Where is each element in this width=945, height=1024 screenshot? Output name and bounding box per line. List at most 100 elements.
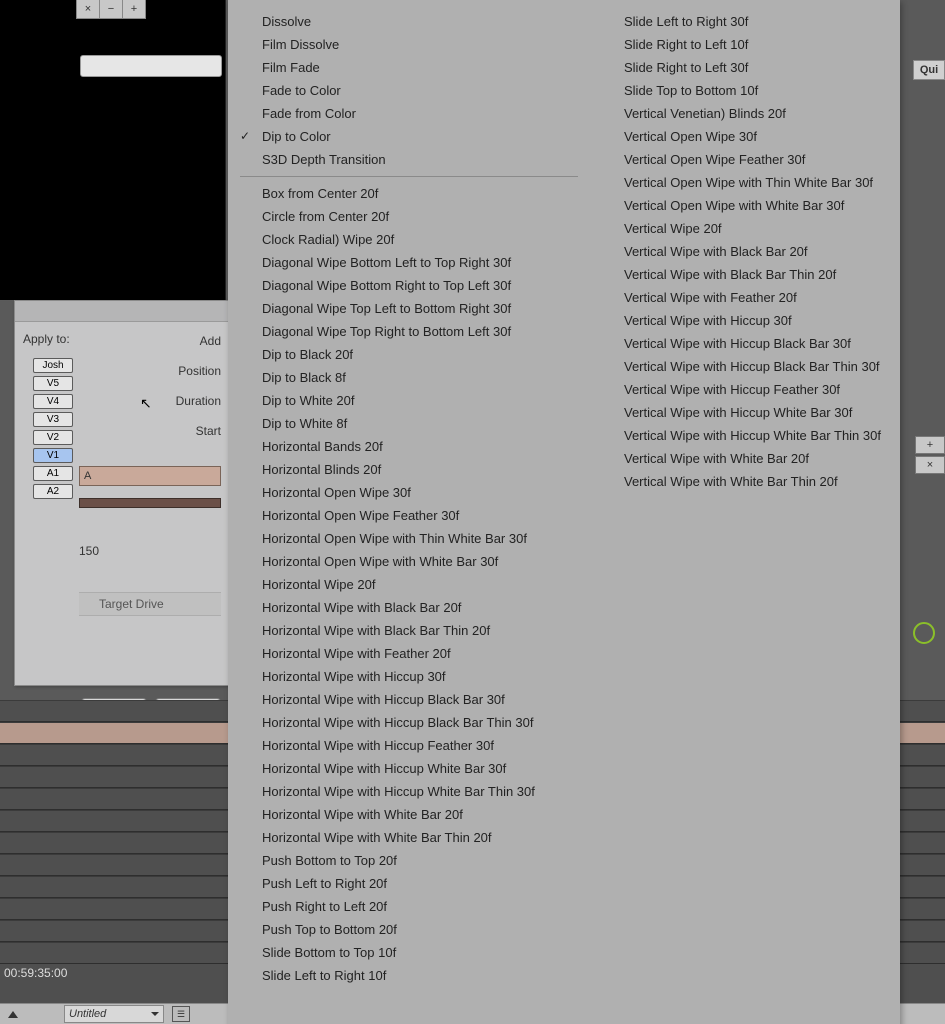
duration-label: Duration <box>176 394 221 408</box>
start-label: Start <box>196 424 221 438</box>
monitor-tabbar: ×−+ <box>76 0 146 19</box>
menu-item[interactable]: Vertical Wipe with Black Bar 20f <box>590 240 900 263</box>
menu-item[interactable]: Horizontal Wipe with Hiccup Black Bar Th… <box>228 711 590 734</box>
menu-item[interactable]: Horizontal Wipe 20f <box>228 573 590 596</box>
dropdown-column-1: DissolveFilm DissolveFilm FadeFade to Co… <box>228 10 590 1024</box>
menu-item[interactable]: Vertical Wipe with Hiccup Black Bar 30f <box>590 332 900 355</box>
menu-item[interactable]: Clock Radial) Wipe 20f <box>228 228 590 251</box>
menu-item[interactable]: S3D Depth Transition <box>228 148 590 171</box>
track-button-v4[interactable]: V4 <box>33 394 73 409</box>
menu-item[interactable]: Slide Left to Right 10f <box>228 964 590 987</box>
menu-item[interactable]: Horizontal Wipe with Hiccup White Bar 30… <box>228 757 590 780</box>
menu-item[interactable]: Vertical Wipe with Hiccup 30f <box>590 309 900 332</box>
sequence-strip-label: A <box>84 470 91 482</box>
menu-item[interactable]: Fade to Color <box>228 79 590 102</box>
menu-item[interactable]: Slide Left to Right 30f <box>590 10 900 33</box>
menu-item[interactable]: Film Dissolve <box>228 33 590 56</box>
menu-item[interactable]: Horizontal Open Wipe with White Bar 30f <box>228 550 590 573</box>
dropdown-column-2: Slide Left to Right 30fSlide Right to Le… <box>590 10 900 1024</box>
mini-button[interactable]: × <box>915 456 945 474</box>
record-circle-icon[interactable] <box>913 622 935 644</box>
position-label: Position <box>178 364 221 378</box>
track-button-v2[interactable]: V2 <box>33 430 73 445</box>
menu-item[interactable]: Horizontal Wipe with Black Bar Thin 20f <box>228 619 590 642</box>
menu-item[interactable]: Film Fade <box>228 56 590 79</box>
menu-item[interactable]: Slide Top to Bottom 10f <box>590 79 900 102</box>
menu-item[interactable]: Horizontal Wipe with White Bar 20f <box>228 803 590 826</box>
frame-count: 150 <box>79 544 221 558</box>
menu-item[interactable]: Push Right to Left 20f <box>228 895 590 918</box>
menu-item[interactable]: Diagonal Wipe Bottom Left to Top Right 3… <box>228 251 590 274</box>
menu-item[interactable]: Vertical Open Wipe with Thin White Bar 3… <box>590 171 900 194</box>
menu-item[interactable]: Dip to Black 20f <box>228 343 590 366</box>
timecode: 00:59:35:00 <box>4 966 67 980</box>
menu-item[interactable]: Slide Right to Left 30f <box>590 56 900 79</box>
menu-item[interactable]: Slide Bottom to Top 10f <box>228 941 590 964</box>
target-drive-row[interactable]: Target Drive <box>79 592 221 616</box>
menu-item[interactable]: Circle from Center 20f <box>228 205 590 228</box>
menu-item[interactable]: Vertical Wipe with White Bar Thin 20f <box>590 470 900 493</box>
sequence-select[interactable]: Untitled <box>64 1005 164 1023</box>
menu-item[interactable]: Push Top to Bottom 20f <box>228 918 590 941</box>
monitor-tab-button[interactable]: − <box>100 0 123 18</box>
menu-item[interactable]: Diagonal Wipe Top Left to Bottom Right 3… <box>228 297 590 320</box>
add-label: Add <box>200 334 221 348</box>
menu-item[interactable]: Horizontal Open Wipe with Thin White Bar… <box>228 527 590 550</box>
menu-item[interactable]: Horizontal Wipe with Feather 20f <box>228 642 590 665</box>
menu-item[interactable]: Horizontal Wipe with Hiccup White Bar Th… <box>228 780 590 803</box>
sequence-strip[interactable]: A <box>79 466 221 486</box>
sequence-bar[interactable] <box>79 498 221 508</box>
menu-item[interactable]: Vertical Wipe with Hiccup Black Bar Thin… <box>590 355 900 378</box>
menu-item[interactable]: Push Bottom to Top 20f <box>228 849 590 872</box>
monitor-tab-button[interactable]: × <box>77 0 100 18</box>
sequence-select-label: Untitled <box>69 1008 106 1020</box>
menu-item[interactable]: Dip to White 8f <box>228 412 590 435</box>
quick-transition-dialog: Apply to: JoshV5V4V3V2V1A1A2 Add Positio… <box>14 300 230 686</box>
menu-item[interactable]: Vertical Wipe with Hiccup White Bar Thin… <box>590 424 900 447</box>
expand-up-icon[interactable] <box>8 1011 18 1018</box>
menu-item[interactable]: Horizontal Open Wipe Feather 30f <box>228 504 590 527</box>
menu-item[interactable]: Vertical Open Wipe 30f <box>590 125 900 148</box>
menu-item[interactable]: Dip to White 20f <box>228 389 590 412</box>
menu-item[interactable]: Fade from Color <box>228 102 590 125</box>
track-button-a1[interactable]: A1 <box>33 466 73 481</box>
menu-item[interactable]: Vertical Wipe 20f <box>590 217 900 240</box>
track-button-a2[interactable]: A2 <box>33 484 73 499</box>
menu-item[interactable]: Push Left to Right 20f <box>228 872 590 895</box>
dialog-titlebar[interactable] <box>15 301 229 322</box>
menu-item[interactable]: Dip to Color <box>228 125 590 148</box>
monitor-search-input[interactable] <box>80 55 222 77</box>
menu-item[interactable]: Vertical Wipe with Hiccup Feather 30f <box>590 378 900 401</box>
timeline-options-button[interactable]: ☰ <box>172 1006 190 1022</box>
track-button-v3[interactable]: V3 <box>33 412 73 427</box>
menu-item[interactable]: Horizontal Blinds 20f <box>228 458 590 481</box>
menu-item[interactable]: Horizontal Wipe with White Bar Thin 20f <box>228 826 590 849</box>
menu-item[interactable]: Horizontal Wipe with Hiccup Black Bar 30… <box>228 688 590 711</box>
track-button-v1[interactable]: V1 <box>33 448 73 463</box>
track-button-v5[interactable]: V5 <box>33 376 73 391</box>
menu-item[interactable]: Vertical Wipe with Hiccup White Bar 30f <box>590 401 900 424</box>
monitor-tab-button[interactable]: + <box>123 0 145 18</box>
track-button-josh[interactable]: Josh <box>33 358 73 373</box>
menu-item[interactable]: Diagonal Wipe Top Right to Bottom Left 3… <box>228 320 590 343</box>
menu-item[interactable]: Slide Right to Left 10f <box>590 33 900 56</box>
track-button-group: Josh V5 V4 V3 V2 V1 A1 A2 <box>33 358 73 499</box>
monitor-panel: ×−+ <box>0 0 226 300</box>
menu-item[interactable]: Horizontal Wipe with Black Bar 20f <box>228 596 590 619</box>
menu-item[interactable]: Dissolve <box>228 10 590 33</box>
menu-item[interactable]: Horizontal Wipe with Hiccup 30f <box>228 665 590 688</box>
menu-item[interactable]: Vertical Open Wipe with White Bar 30f <box>590 194 900 217</box>
menu-item[interactable]: Vertical Wipe with White Bar 20f <box>590 447 900 470</box>
menu-item[interactable]: Vertical Open Wipe Feather 30f <box>590 148 900 171</box>
menu-item[interactable]: Vertical Wipe with Feather 20f <box>590 286 900 309</box>
chevron-down-icon <box>151 1012 159 1016</box>
menu-item[interactable]: Horizontal Bands 20f <box>228 435 590 458</box>
menu-item[interactable]: Vertical Venetian) Blinds 20f <box>590 102 900 125</box>
mini-button[interactable]: + <box>915 436 945 454</box>
menu-item[interactable]: Diagonal Wipe Bottom Right to Top Left 3… <box>228 274 590 297</box>
menu-item[interactable]: Box from Center 20f <box>228 182 590 205</box>
menu-item[interactable]: Horizontal Open Wipe 30f <box>228 481 590 504</box>
menu-item[interactable]: Horizontal Wipe with Hiccup Feather 30f <box>228 734 590 757</box>
menu-item[interactable]: Dip to Black 8f <box>228 366 590 389</box>
menu-item[interactable]: Vertical Wipe with Black Bar Thin 20f <box>590 263 900 286</box>
